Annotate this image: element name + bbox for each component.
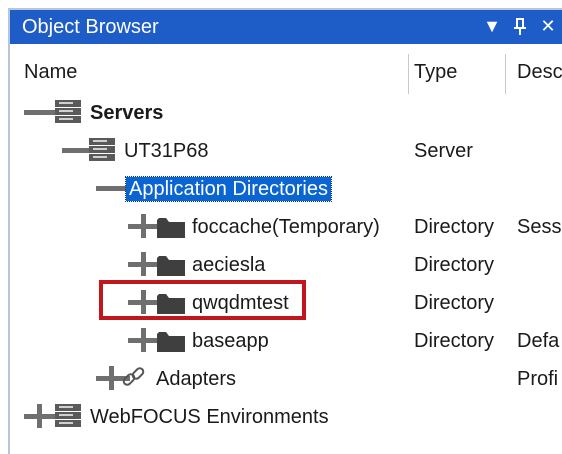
folder-icon xyxy=(156,288,186,321)
column-header-description[interactable]: Descr xyxy=(517,60,562,84)
dropdown-arrow-icon[interactable]: ▼ xyxy=(480,12,504,40)
tree-item-label[interactable]: baseapp xyxy=(192,329,269,353)
tree-row[interactable]: qwqdmtest Directory xyxy=(10,284,562,322)
folder-icon xyxy=(156,250,186,283)
folder-icon xyxy=(156,326,186,359)
folder-icon xyxy=(156,212,186,245)
column-divider[interactable] xyxy=(505,54,506,94)
server-icon xyxy=(54,98,82,131)
tree-item-label[interactable]: qwqdmtest xyxy=(192,291,289,315)
tree-item-label[interactable]: Adapters xyxy=(156,367,236,391)
panel-title: Object Browser xyxy=(22,16,159,38)
column-header-type[interactable]: Type xyxy=(414,60,457,84)
tree-item-type: Directory xyxy=(414,254,495,276)
close-icon[interactable]: ✕ xyxy=(536,12,560,40)
tree-item-label-selected[interactable]: Application Directories xyxy=(125,176,332,202)
tree-row[interactable]: baseapp Directory Defa xyxy=(10,322,562,360)
tree-row[interactable]: Servers xyxy=(10,94,562,132)
expand-icon[interactable] xyxy=(24,402,58,435)
collapse-icon[interactable] xyxy=(24,98,58,131)
panel-titlebar: Object Browser ▼ ✕ xyxy=(10,10,562,44)
tree-item-description: Sessi xyxy=(517,216,562,238)
tree-item-type: Directory xyxy=(414,330,495,352)
tree-item-label[interactable]: Servers xyxy=(90,101,163,125)
tree-row[interactable]: Application Directories xyxy=(10,170,562,208)
column-header-name[interactable]: Name xyxy=(24,60,77,84)
tree-row[interactable]: aeciesla Directory xyxy=(10,246,562,284)
tree-row[interactable]: foccache(Temporary) Directory Sessi xyxy=(10,208,562,246)
tree-item-type: Server xyxy=(414,140,473,162)
tree-row[interactable]: Adapters Profi xyxy=(10,360,562,398)
tree-item-type: Directory xyxy=(414,292,495,314)
server-icon xyxy=(54,402,82,435)
tree-row[interactable]: WebFOCUS Environments xyxy=(10,398,562,436)
object-browser-panel: Object Browser ▼ ✕ Name Type Descr Serve… xyxy=(8,8,562,454)
tree-item-type: Directory xyxy=(414,216,495,238)
tree-item-description: Defa xyxy=(517,330,560,352)
pin-icon[interactable] xyxy=(508,12,532,40)
server-icon xyxy=(88,136,116,169)
link-icon xyxy=(120,364,148,397)
tree-item-description: Profi xyxy=(517,368,559,390)
tree-item-label[interactable]: aeciesla xyxy=(192,253,265,277)
column-divider[interactable] xyxy=(408,54,409,94)
collapse-icon[interactable] xyxy=(96,174,130,207)
tree-item-label[interactable]: Application Directories xyxy=(125,176,332,202)
tree-item-label[interactable]: UT31P68 xyxy=(124,139,209,163)
tree-item-label[interactable]: foccache(Temporary) xyxy=(192,215,380,239)
tree-row[interactable]: UT31P68 Server xyxy=(10,132,562,170)
tree-item-label[interactable]: WebFOCUS Environments xyxy=(90,405,329,429)
